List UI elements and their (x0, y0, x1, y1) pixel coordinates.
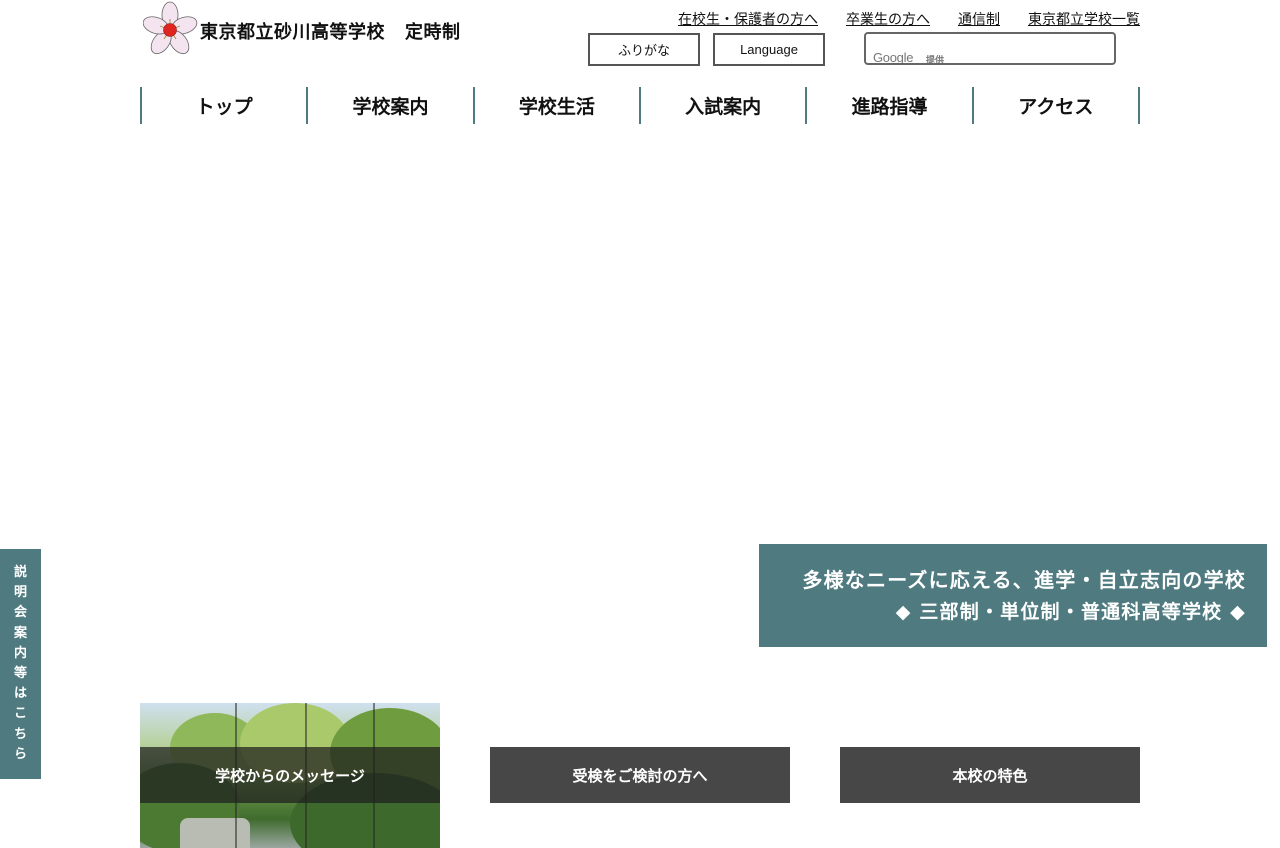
side-tab-char: ち (13, 726, 27, 742)
prospective-applicants-card[interactable]: 受検をご検討の方へ (490, 703, 790, 848)
site-search-input[interactable]: Google 提供 (864, 32, 1116, 65)
info-session-side-tab[interactable]: 説 明 会 案 内 等 は こ ち ら (0, 549, 41, 779)
util-link-school-list[interactable]: 東京都立学校一覧 (1028, 9, 1140, 29)
side-tab-char: こ (13, 706, 27, 722)
furigana-button[interactable]: ふりがな (588, 33, 700, 66)
nav-school-life[interactable]: 学校生活 (475, 87, 641, 124)
nav-career-guidance[interactable]: 進路指導 (807, 87, 974, 124)
google-wordmark: Google (873, 50, 914, 65)
campus-photo-path (180, 818, 250, 848)
side-tab-char: は (13, 686, 27, 702)
side-tab-char: 説 (13, 564, 27, 580)
nav-access[interactable]: アクセス (974, 87, 1140, 124)
global-nav: トップ 学校案内 学校生活 入試案内 進路指導 アクセス (140, 87, 1140, 124)
school-name-main: 東京都立砂川高等学校 (200, 22, 385, 43)
school-features-label: 本校の特色 (840, 747, 1140, 803)
school-message-card[interactable]: 学校からのメッセージ (140, 703, 440, 848)
utility-links: 在校生・保護者の方へ 卒業生の方へ 通信制 東京都立学校一覧 (678, 9, 1140, 29)
tagline-line-1: 多様なニーズに応える、進学・自立志向の学校 (802, 568, 1246, 592)
cherry-blossom-emblem-icon (142, 1, 198, 55)
school-tagline-banner: 多様なニーズに応える、進学・自立志向の学校 ◆ 三部制・単位制・普通科高等学校 … (759, 544, 1267, 647)
school-features-card[interactable]: 本校の特色 (840, 703, 1140, 848)
side-tab-char: 内 (13, 645, 27, 661)
school-name[interactable]: 東京都立砂川高等学校 定時制 (200, 18, 461, 44)
util-link-correspondence[interactable]: 通信制 (958, 9, 1000, 29)
nav-school-guide[interactable]: 学校案内 (308, 87, 475, 124)
util-link-alumni[interactable]: 卒業生の方へ (846, 9, 930, 29)
side-tab-char: 等 (13, 666, 27, 681)
school-emblem-logo[interactable] (142, 1, 199, 59)
school-course-label: 定時制 (405, 22, 461, 43)
search-provided-note: 提供 (926, 56, 945, 65)
prospective-applicants-label: 受検をご検討の方へ (490, 747, 790, 803)
side-tab-char: 明 (13, 585, 27, 601)
school-message-label: 学校からのメッセージ (140, 747, 440, 803)
util-link-current-students[interactable]: 在校生・保護者の方へ (678, 9, 818, 29)
side-tab-char: ら (13, 746, 27, 762)
side-tab-char: 会 (13, 605, 27, 621)
side-tab-char: 案 (13, 625, 27, 641)
language-button[interactable]: Language (713, 33, 825, 66)
nav-top[interactable]: トップ (142, 87, 309, 124)
nav-admissions[interactable]: 入試案内 (641, 87, 808, 124)
tagline-line-2: ◆ 三部制・単位制・普通科高等学校 ◆ (895, 601, 1246, 623)
